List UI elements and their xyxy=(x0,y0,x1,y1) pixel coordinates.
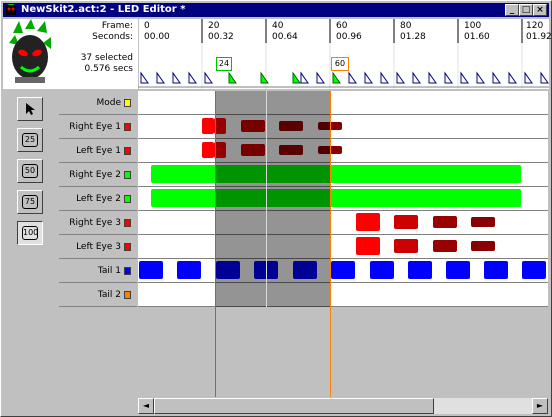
pointer-icon xyxy=(26,103,35,115)
close-button[interactable]: × xyxy=(533,4,547,16)
selection-start-line[interactable] xyxy=(215,91,216,397)
grid-line xyxy=(266,91,267,307)
track-label-left-eye-3[interactable]: Left Eye 3 xyxy=(59,235,137,259)
left-eye-3-color-swatch xyxy=(124,243,131,251)
selection-region[interactable] xyxy=(215,91,330,307)
seconds-label: Seconds: xyxy=(92,32,133,42)
track-label-left-eye-2[interactable]: Left Eye 2 xyxy=(59,187,137,211)
led-block[interactable] xyxy=(471,241,495,251)
scroll-left-button[interactable]: ◄ xyxy=(138,398,154,414)
seconds-tick-6: 01.92 xyxy=(526,32,552,42)
selected-count: 37 selected xyxy=(80,53,133,63)
seconds-tick-0: 00.00 xyxy=(144,32,170,42)
title-bar: NewSkit2.act:2 - LED Editor * _ □ × xyxy=(3,3,549,17)
track-label-right-eye-3[interactable]: Right Eye 3 xyxy=(59,211,137,235)
frame-tick-60: 60 xyxy=(336,21,348,31)
frame-tick-40: 40 xyxy=(272,21,284,31)
track-label-mode[interactable]: Mode xyxy=(59,91,137,115)
mode-color-swatch xyxy=(124,99,131,107)
selection-start-marker[interactable]: 24 xyxy=(216,57,232,71)
right-eye-3-color-swatch xyxy=(124,219,131,227)
selected-duration: 0.576 secs xyxy=(84,64,134,74)
led-block[interactable] xyxy=(484,261,508,279)
keyframe-flags[interactable] xyxy=(138,71,549,85)
lane-mode[interactable] xyxy=(138,91,548,115)
led-block[interactable] xyxy=(151,165,521,183)
led-block[interactable] xyxy=(139,261,163,279)
right-eye-1-color-swatch xyxy=(124,123,131,131)
seconds-tick-1: 00.32 xyxy=(208,32,234,42)
scroll-thumb[interactable] xyxy=(154,398,434,414)
lane-left-eye-2[interactable] xyxy=(138,187,548,211)
lane-left-eye-3[interactable] xyxy=(138,235,548,259)
timeline-header: Frame: Seconds: 37 selected 0.576 secs 0… xyxy=(3,19,552,89)
left-eye-1-color-swatch xyxy=(124,147,131,155)
right-eye-2-color-swatch xyxy=(124,171,131,179)
led-block[interactable] xyxy=(394,239,418,253)
lane-right-eye-1[interactable] xyxy=(138,115,548,139)
track-label-right-eye-2[interactable]: Right Eye 2 xyxy=(59,163,137,187)
led-block[interactable] xyxy=(446,261,470,279)
frame-tick-100: 100 xyxy=(464,21,482,31)
track-label-tail-2[interactable]: Tail 2 xyxy=(59,283,137,307)
lane-right-eye-3[interactable] xyxy=(138,211,548,235)
seconds-tick-5: 01.60 xyxy=(464,32,490,42)
seconds-tick-2: 00.64 xyxy=(272,32,298,42)
timeline-grid[interactable] xyxy=(138,91,548,397)
lane-tail-1[interactable] xyxy=(138,259,548,283)
track-label-left-eye-1[interactable]: Left Eye 1 xyxy=(59,139,137,163)
minimize-button[interactable]: _ xyxy=(505,4,519,16)
intensity-25-button[interactable]: 25 xyxy=(17,128,43,152)
scroll-right-button[interactable]: ► xyxy=(532,398,548,414)
track-label-right-eye-1[interactable]: Right Eye 1 xyxy=(59,115,137,139)
led-block[interactable] xyxy=(331,261,355,279)
led-block[interactable] xyxy=(370,261,394,279)
seconds-tick-4: 01.28 xyxy=(400,32,426,42)
led-block[interactable] xyxy=(356,237,380,255)
track-label-tail-1[interactable]: Tail 1 xyxy=(59,259,137,283)
horizontal-scrollbar[interactable]: ◄ ► xyxy=(138,398,548,414)
led-block[interactable] xyxy=(471,217,495,227)
left-eye-2-color-swatch xyxy=(124,195,131,203)
intensity-50-button[interactable]: 50 xyxy=(17,159,43,183)
selection-end-marker[interactable]: 60 xyxy=(331,57,349,71)
led-block[interactable] xyxy=(151,189,521,207)
led-block[interactable] xyxy=(433,216,457,228)
led-block[interactable] xyxy=(433,240,457,252)
intensity-75-button[interactable]: 75 xyxy=(17,190,43,214)
pointer-tool-button[interactable] xyxy=(17,97,43,121)
frame-label: Frame: xyxy=(101,21,133,31)
lane-right-eye-2[interactable] xyxy=(138,163,548,187)
maximize-button[interactable]: □ xyxy=(519,4,533,16)
led-block[interactable] xyxy=(177,261,201,279)
led-editor-window: NewSkit2.act:2 - LED Editor * _ □ × Fram… xyxy=(0,0,552,417)
app-icon xyxy=(6,4,16,15)
frame-tick-120: 120 xyxy=(526,21,544,31)
lane-tail-2[interactable] xyxy=(138,283,548,307)
led-block[interactable] xyxy=(202,118,214,134)
selection-end-line[interactable] xyxy=(330,91,331,397)
lane-left-eye-1[interactable] xyxy=(138,139,548,163)
window-title: NewSkit2.act:2 - LED Editor * xyxy=(21,4,186,15)
intensity-100-button[interactable]: 100 xyxy=(17,221,43,245)
led-block[interactable] xyxy=(356,213,380,231)
led-block[interactable] xyxy=(408,261,432,279)
seconds-tick-3: 00.96 xyxy=(336,32,362,42)
tail-2-color-swatch xyxy=(124,291,131,299)
frame-tick-0: 0 xyxy=(144,21,150,31)
mascot-logo xyxy=(9,19,51,83)
tool-palette: 25 50 75 100 xyxy=(3,91,57,414)
led-block[interactable] xyxy=(522,261,546,279)
led-block[interactable] xyxy=(394,215,418,229)
led-block[interactable] xyxy=(202,142,214,158)
tail-1-color-swatch xyxy=(124,267,131,275)
frame-tick-20: 20 xyxy=(208,21,220,31)
frame-tick-80: 80 xyxy=(400,21,412,31)
